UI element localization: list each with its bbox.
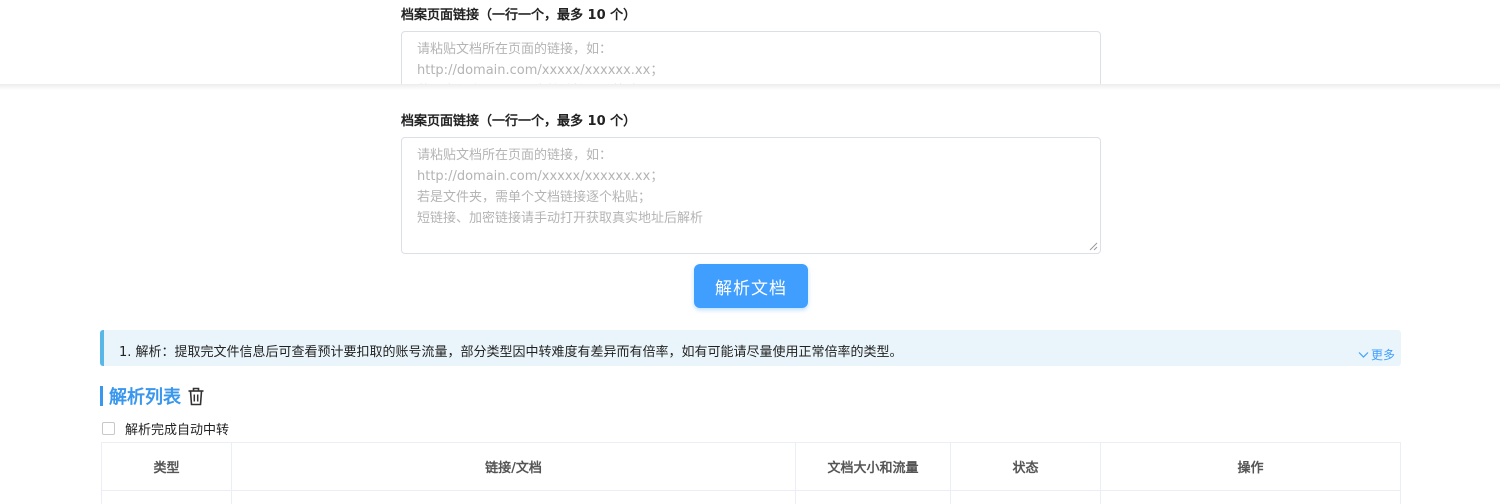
parse-list-table: 类型 链接/文档 文档大小和流量 状态 操作 bbox=[101, 442, 1401, 504]
trash-icon bbox=[188, 387, 204, 405]
page: 档案页面链接（一行一个，最多 10 个） 请粘贴文档所在页面的链接，如： htt… bbox=[0, 0, 1500, 504]
clear-list-button[interactable] bbox=[187, 387, 205, 406]
column-header-size: 文档大小和流量 bbox=[796, 443, 951, 490]
resize-handle-icon[interactable] bbox=[1089, 242, 1098, 251]
parse-list-title: 解析列表 bbox=[109, 387, 181, 408]
more-toggle[interactable]: 更多 bbox=[1358, 346, 1395, 363]
column-header-link: 链接/文档 bbox=[232, 443, 796, 490]
placeholder-line: 若是文件夹，需单个文档链接逐个粘贴； bbox=[417, 190, 652, 205]
parse-list-header: 解析列表 bbox=[100, 384, 205, 408]
more-label: 更多 bbox=[1370, 348, 1395, 362]
column-header-type: 类型 bbox=[102, 443, 232, 490]
placeholder-line: 短链接、加密链接请手动打开获取真实地址后解析 bbox=[417, 211, 704, 226]
column-header-actions: 操作 bbox=[1237, 461, 1264, 476]
table-row bbox=[102, 491, 1400, 504]
auto-transfer-option[interactable]: 解析完成自动中转 bbox=[102, 419, 229, 438]
placeholder-line: 请粘贴文档所在页面的链接，如： bbox=[417, 42, 613, 57]
notice-banner: 1. 解析：提取完文件信息后可查看预计要扣取的账号流量，部分类型因中转难度有差异… bbox=[100, 330, 1401, 366]
placeholder-line: http://domain.com/xxxxx/xxxxxx.xx； bbox=[417, 169, 664, 184]
parse-document-button[interactable]: 解析文档 bbox=[694, 264, 808, 308]
links-textarea[interactable]: 请粘贴文档所在页面的链接，如： http://domain.com/xxxxx/… bbox=[401, 137, 1101, 254]
column-header-status: 状态 bbox=[951, 443, 1101, 490]
table-header: 类型 链接/文档 文档大小和流量 状态 操作 bbox=[102, 443, 1400, 491]
auto-transfer-checkbox[interactable] bbox=[102, 422, 115, 435]
sticky-field-label: 档案页面链接（一行一个，最多 10 个） bbox=[401, 8, 637, 23]
placeholder-line: 请粘贴文档所在页面的链接，如： bbox=[417, 148, 613, 163]
title-accent-bar bbox=[100, 386, 103, 406]
header-shadow bbox=[0, 84, 1500, 90]
sticky-links-textarea[interactable]: 请粘贴文档所在页面的链接，如： http://domain.com/xxxxx/… bbox=[401, 31, 1101, 84]
auto-transfer-label: 解析完成自动中转 bbox=[125, 423, 230, 438]
placeholder-line: http://domain.com/xxxxx/xxxxxx.xx； bbox=[417, 63, 664, 78]
notice-text: 1. 解析：提取完文件信息后可查看预计要扣取的账号流量，部分类型因中转难度有差异… bbox=[119, 345, 903, 360]
sticky-form-header: 档案页面链接（一行一个，最多 10 个） 请粘贴文档所在页面的链接，如： htt… bbox=[0, 0, 1500, 84]
field-label: 档案页面链接（一行一个，最多 10 个） bbox=[401, 114, 637, 129]
chevron-down-icon bbox=[1358, 351, 1369, 358]
